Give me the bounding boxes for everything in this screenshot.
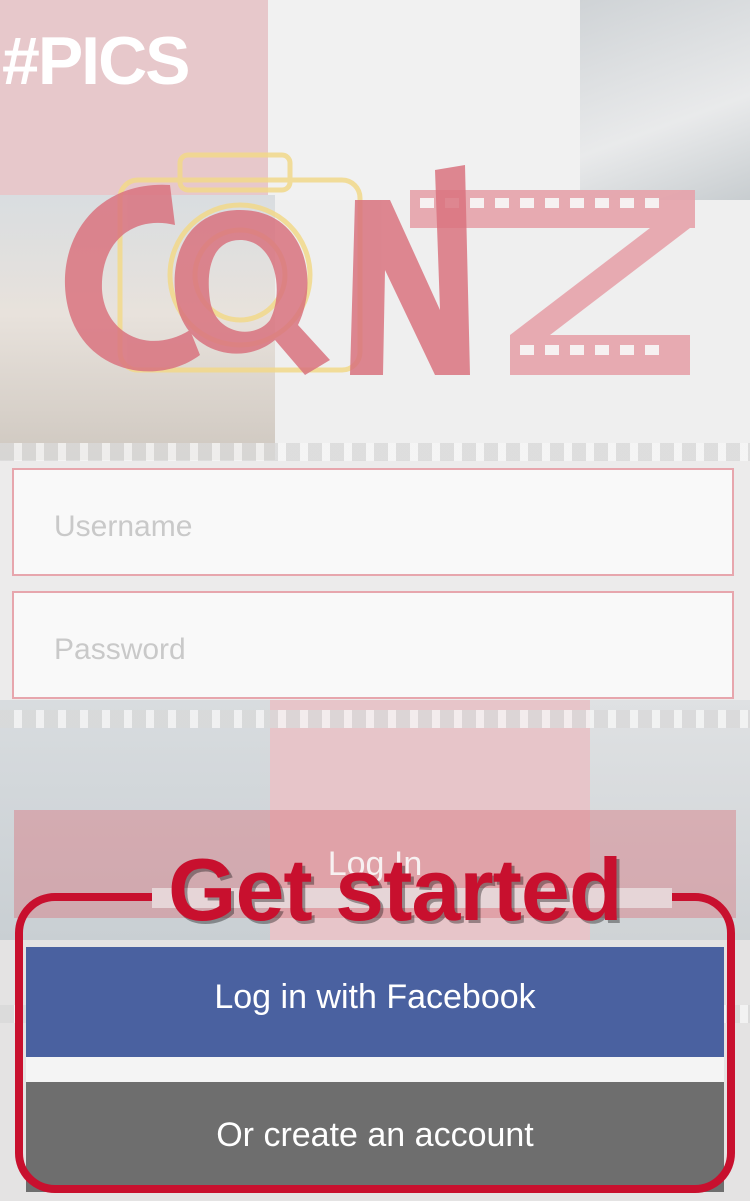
username-field[interactable]: Username [12,468,734,576]
password-field[interactable]: Password [12,591,734,699]
facebook-login-button[interactable]: Log in with Facebook [26,947,724,1057]
logo-letters [64,165,470,375]
create-account-button[interactable]: Or create an account [26,1082,724,1192]
button-separator [26,1057,724,1082]
username-placeholder: Username [54,510,193,543]
password-placeholder: Password [54,633,186,666]
filmstrip-decoration [0,443,750,461]
cqnz-logo [64,152,695,375]
hashtag-pics-text: #PICS [2,23,191,99]
login-screen: #PICS Username Password Log In Log in wi… [0,0,750,1201]
filmstrip-decoration [0,710,750,728]
get-started-callout: Get started [168,840,623,939]
